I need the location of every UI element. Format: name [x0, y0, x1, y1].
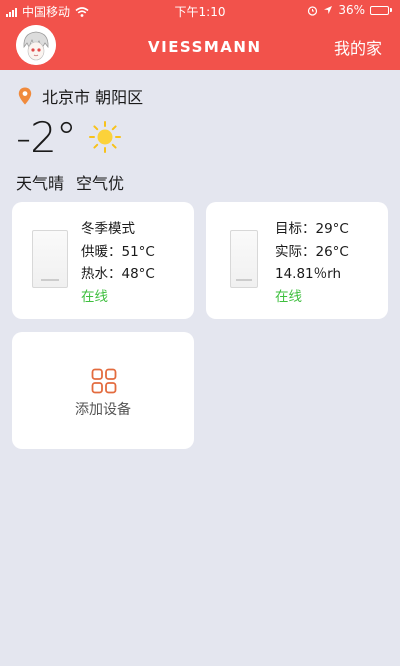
- weather-summary: 天气晴 空气优: [16, 170, 124, 194]
- device-card[interactable]: 冬季模式 供暖：51°C 热水：48°C 在线: [12, 202, 194, 319]
- device-info: 目标：29°C 实际：26°C 14.81％rh 在线: [275, 218, 349, 308]
- avatar-image: [16, 25, 56, 65]
- brand-logo: VIESSMANN: [148, 38, 262, 56]
- target-temp: 目标：29°C: [275, 221, 349, 237]
- online-status: 在线: [275, 288, 302, 305]
- my-home-button[interactable]: 我的家: [334, 35, 382, 59]
- top-bar: 中国移动 下午1:10 36% VIESSMANN 我的家: [0, 0, 400, 70]
- location-pin-icon: [18, 87, 32, 105]
- heating-temp: 供暖：51°C: [81, 243, 155, 260]
- boiler-image: [32, 230, 68, 288]
- battery-icon: [370, 5, 392, 15]
- add-device-label: 添加设备: [75, 402, 131, 418]
- actual-temp: 实际：26°C: [275, 243, 349, 260]
- avatar[interactable]: [16, 25, 56, 65]
- sun-icon: [89, 121, 121, 153]
- grid-icon: [91, 368, 117, 394]
- air-quality: 空气优: [76, 174, 125, 193]
- district-label: 朝阳区: [95, 88, 144, 107]
- weather-condition: 天气晴: [16, 174, 65, 193]
- alarm-icon: [308, 5, 318, 16]
- status-bar: 中国移动 下午1:10 36%: [0, 0, 400, 22]
- humidity: 14.81％rh: [275, 266, 342, 282]
- device-mode: 冬季模式: [81, 221, 135, 237]
- hot-water-temp: 热水：48°C: [81, 266, 155, 282]
- online-status: 在线: [81, 288, 108, 305]
- device-card[interactable]: 目标：29°C 实际：26°C 14.81％rh 在线: [206, 202, 388, 319]
- temperature: -2°: [16, 113, 77, 162]
- location-arrow-icon: [324, 6, 333, 14]
- city-label: 北京市: [42, 88, 91, 107]
- device-info: 冬季模式 供暖：51°C 热水：48°C 在线: [81, 218, 155, 308]
- location[interactable]: 北京市 朝阳区: [18, 84, 143, 108]
- add-device-card[interactable]: 添加设备: [12, 332, 194, 449]
- battery-percent: 36%: [338, 3, 365, 17]
- thermostat-image: [230, 230, 258, 288]
